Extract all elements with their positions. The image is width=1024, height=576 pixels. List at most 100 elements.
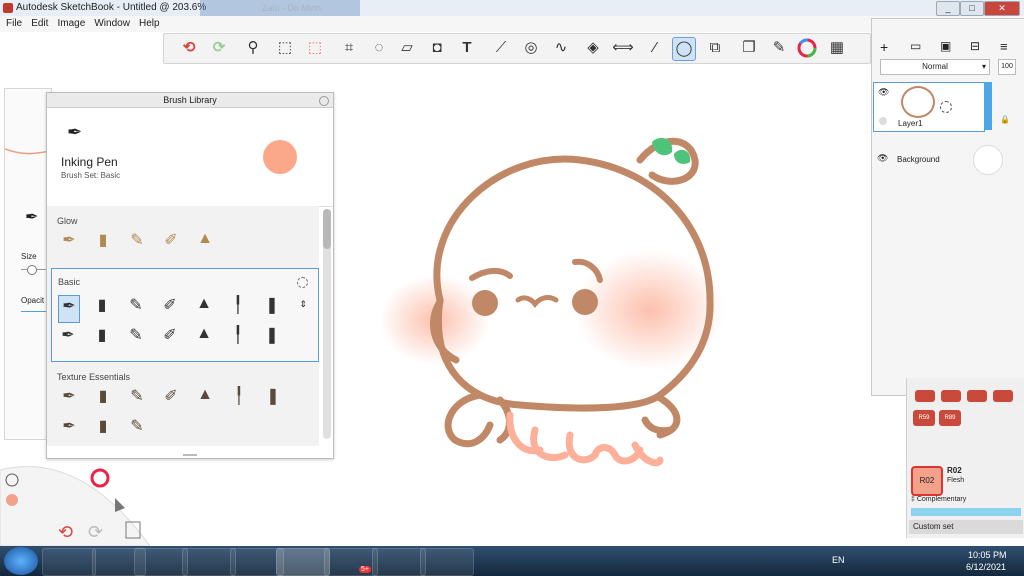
basic-brush-icon[interactable]: ▲ bbox=[194, 325, 214, 351]
swatch-r-b[interactable] bbox=[941, 390, 961, 402]
basic-brush-icon[interactable]: ╿ bbox=[228, 325, 248, 351]
swatch-r-c[interactable] bbox=[967, 390, 987, 402]
layer-row-background[interactable]: 👁 Background bbox=[873, 145, 1013, 175]
merge-icon[interactable]: ⊟ bbox=[970, 39, 980, 53]
swatch-r89[interactable]: R89 bbox=[939, 410, 961, 426]
curve-icon[interactable]: ∿ bbox=[550, 37, 572, 59]
menu-edit[interactable]: Edit bbox=[31, 18, 48, 29]
add-layer-icon[interactable]: + bbox=[880, 39, 888, 55]
circle-tool-icon[interactable]: ◯ bbox=[672, 37, 696, 61]
language-indicator[interactable]: EN bbox=[832, 555, 845, 565]
select-icon[interactable]: ⬚ bbox=[274, 37, 296, 59]
stroke-icon[interactable]: ⁄ bbox=[644, 37, 666, 59]
glow-brush-icon[interactable]: ✒ bbox=[59, 230, 79, 256]
basic-brush-icon[interactable]: ▲ bbox=[194, 295, 214, 321]
brush-list-scrollbar[interactable] bbox=[323, 209, 331, 439]
text-icon[interactable]: T bbox=[456, 37, 478, 59]
basic-brush-icon[interactable]: ✎ bbox=[126, 295, 146, 321]
menu-file[interactable]: File bbox=[6, 18, 22, 29]
swatch-r-d[interactable] bbox=[993, 390, 1013, 402]
layer-opacity-bar[interactable] bbox=[984, 82, 992, 130]
basic-brush-icon[interactable]: ▮ bbox=[92, 295, 112, 321]
swatch-r-a[interactable] bbox=[915, 390, 935, 402]
custom-set-button[interactable]: Custom set bbox=[909, 520, 1023, 534]
ruler-icon[interactable]: ⟋ bbox=[490, 37, 512, 59]
lock-toggle-icon[interactable] bbox=[879, 117, 887, 125]
lasso-icon[interactable]: ◌ bbox=[368, 37, 390, 59]
minimize-button[interactable]: _ bbox=[936, 1, 960, 16]
copy-icon[interactable]: ❐ bbox=[738, 37, 760, 59]
brush-list[interactable]: Glow ✒ ▮ ✎ ✐ ▲ Basic ⇕ ✒ ▮ ✎ ✐ ▲ ╿ ❚ ✒ ▮ ✎ ✐ ▲ ╿ ❚ Textur… bbox=[47, 206, 319, 446]
zoom-icon[interactable]: ⚲ bbox=[242, 37, 264, 59]
selected-copic-swatch[interactable]: R02 bbox=[911, 466, 943, 496]
distort-icon[interactable]: ▱ bbox=[396, 37, 418, 59]
texture-brush-icon[interactable]: ▮ bbox=[93, 386, 113, 412]
lagoon-select-icon[interactable] bbox=[115, 498, 125, 512]
layer-menu-icon[interactable]: ≡ bbox=[1000, 39, 1008, 54]
background-eye-icon[interactable]: 👁 bbox=[877, 153, 888, 164]
glow-brush-icon[interactable]: ✎ bbox=[127, 230, 147, 256]
texture-brush-icon[interactable]: ▲ bbox=[195, 386, 215, 412]
basic-brush-icon[interactable]: ✒ bbox=[58, 295, 80, 323]
visibility-eye-icon[interactable]: 👁 bbox=[878, 87, 889, 98]
reorder-icon[interactable]: ⇕ bbox=[299, 299, 307, 310]
image-icon[interactable]: ▣ bbox=[940, 39, 951, 53]
lagoon-undo-icon[interactable]: ⟲ bbox=[58, 522, 73, 543]
canvas-drawing[interactable]: llam bbox=[360, 110, 740, 490]
color-wheel-icon[interactable] bbox=[796, 37, 818, 59]
resize-grip[interactable] bbox=[183, 454, 197, 456]
texture-brush-icon[interactable]: ✎ bbox=[127, 416, 147, 442]
basic-brush-icon[interactable]: ▮ bbox=[92, 325, 112, 351]
basic-brush-icon[interactable]: ❚ bbox=[262, 295, 282, 321]
sketchbook-taskbar-icon[interactable] bbox=[276, 548, 330, 576]
menu-help[interactable]: Help bbox=[139, 18, 160, 29]
maximize-button[interactable]: □ bbox=[960, 1, 984, 16]
basic-brush-icon[interactable]: ✐ bbox=[160, 325, 180, 351]
basic-brush-icon[interactable]: ✎ bbox=[126, 325, 146, 351]
texture-brush-icon[interactable]: ✎ bbox=[127, 386, 147, 412]
opacity-field[interactable]: 100 bbox=[998, 59, 1016, 75]
ellipse-guide-icon[interactable]: ◎ bbox=[520, 37, 542, 59]
opacity-slider[interactable] bbox=[21, 311, 49, 312]
panel-close-icon[interactable] bbox=[319, 96, 329, 106]
texture-brush-icon[interactable]: ▮ bbox=[93, 416, 113, 442]
basic-brush-icon[interactable]: ❚ bbox=[262, 325, 282, 351]
zalo-taskbar-icon[interactable]: 5+ bbox=[324, 548, 378, 576]
texture-brush-icon[interactable]: ╿ bbox=[229, 386, 249, 412]
glow-brush-icon[interactable]: ✐ bbox=[161, 230, 181, 256]
scrollbar-thumb[interactable] bbox=[323, 209, 331, 249]
lagoon-color-wheel-icon[interactable] bbox=[90, 468, 110, 488]
symmetry-icon[interactable]: ⟺ bbox=[612, 37, 634, 59]
window-taskbar-icon[interactable] bbox=[372, 548, 426, 576]
swatch-r59[interactable]: R59 bbox=[913, 410, 935, 426]
layer-lock-icon[interactable]: 🔒 bbox=[1000, 115, 1010, 124]
glow-brush-icon[interactable]: ▮ bbox=[93, 230, 113, 256]
lagoon-redo-icon[interactable]: ⟳ bbox=[88, 522, 103, 543]
texture-brush-icon[interactable]: ✒ bbox=[59, 416, 79, 442]
media-player-taskbar-icon[interactable] bbox=[42, 548, 96, 576]
bucket-icon[interactable]: ◘ bbox=[426, 37, 448, 59]
glow-brush-icon[interactable]: ▲ bbox=[195, 230, 215, 256]
crop-icon[interactable]: ⌗ bbox=[338, 37, 360, 59]
current-color-swatch[interactable] bbox=[263, 140, 297, 174]
snipping-tool-taskbar-icon[interactable] bbox=[134, 548, 188, 576]
close-button[interactable]: ✕ bbox=[984, 1, 1020, 16]
paint-taskbar-icon[interactable] bbox=[420, 548, 474, 576]
explorer-taskbar-icon[interactable] bbox=[182, 548, 236, 576]
perspective-icon[interactable]: ◈ bbox=[582, 37, 604, 59]
basic-brush-icon[interactable]: ✒ bbox=[58, 325, 78, 351]
redo-icon[interactable]: ⟳ bbox=[208, 37, 230, 59]
undo-icon[interactable]: ⟲ bbox=[178, 37, 200, 59]
size-slider-handle[interactable] bbox=[27, 265, 37, 275]
grid-icon[interactable]: ▦ bbox=[826, 37, 848, 59]
menu-window[interactable]: Window bbox=[94, 18, 130, 29]
layer-row-layer1[interactable]: 👁 Layer1 bbox=[873, 82, 985, 132]
texture-brush-icon[interactable]: ✒ bbox=[59, 386, 79, 412]
select-alt-icon[interactable]: ⬚ bbox=[304, 37, 326, 59]
texture-brush-icon[interactable]: ✐ bbox=[161, 386, 181, 412]
basic-brush-icon[interactable]: ╿ bbox=[228, 295, 248, 321]
texture-brush-icon[interactable]: ❚ bbox=[263, 386, 283, 412]
blend-mode-select[interactable]: Normal ▾ bbox=[880, 59, 990, 75]
shapes-icon[interactable]: ⧉ bbox=[704, 37, 726, 59]
brushes-icon[interactable]: ✎ bbox=[768, 37, 790, 59]
